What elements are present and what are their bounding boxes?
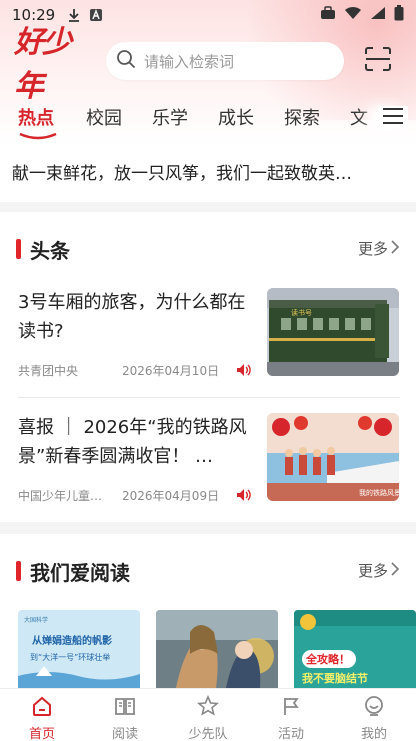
speaker-icon[interactable] [236,487,252,506]
battery-icon [394,5,404,25]
news-thumbnail: 我的铁路风景 [267,413,399,501]
book-cover[interactable] [156,610,278,688]
book-icon [114,695,136,721]
app-header: 好少年 请输入检索词 [0,25,416,104]
active-tab-indicator [19,132,57,140]
scan-icon [364,46,392,76]
tab-campus[interactable]: 校园 [86,104,122,130]
thumbnail-text: 读书号 [291,308,312,317]
news-date: 2026年04月10日 [122,364,220,378]
search-input[interactable]: 请输入检索词 [106,42,344,80]
nav-label: 少先队 [188,727,228,741]
nav-label: 阅读 [111,727,138,741]
reading-more-button[interactable]: 更多 [358,560,400,581]
tab-menu-button[interactable] [378,106,408,130]
book-cover[interactable]: 大国科学 从婵娟造船的帆影 到“大洋一号”环球壮举 [18,610,140,688]
nav-label: 首页 [28,727,55,741]
more-label: 更多 [357,562,388,580]
nav-label: 活动 [277,727,304,741]
search-icon [116,49,136,73]
nav-home[interactable]: 首页 [12,695,72,741]
reading-section: 我们爱阅读 更多 大国科学 从婵娟造船的帆影 到“大洋一号”环球壮举 全攻略！ … [0,534,416,688]
nav-young-pioneers[interactable]: 少先队 [178,694,238,741]
nav-profile[interactable]: 我的 [344,695,404,741]
news-title: 3号车厢的旅客，为什么都在读书? [18,292,246,342]
bottom-navigation: 首页 阅读 少先队 活动 我的 [0,688,416,741]
section-accent-bar [16,561,21,581]
more-label: 更多 [357,240,388,258]
headlines-section: 头条 更多 3号车厢的旅客，为什么都在读书? 共青团中央 2026年04月10日 [0,212,416,522]
section-title: 我们爱阅读 [30,561,130,585]
nav-activity[interactable]: 活动 [261,695,321,741]
reading-header: 我们爱阅读 更多 [0,556,416,586]
news-item[interactable]: 喜报 ｜ 2026年“我的铁路风景”新春季圆满收官！ … 中国少年儿童… 202… [0,413,416,523]
book-cover[interactable]: 全攻略！ 我不要脑结节 [294,610,416,688]
headlines-header: 头条 更多 [0,234,416,264]
tab-growth[interactable]: 成长 [218,104,254,130]
book-title: 从婵娟造船的帆影 [32,634,112,647]
star-icon [197,694,219,721]
news-date: 2026年04月09日 [122,489,220,503]
section-title: 头条 [30,239,70,263]
thumbnail-text: 我的铁路风景 [359,488,399,497]
news-item[interactable]: 3号车厢的旅客，为什么都在读书? 共青团中央 2026年04月10日 读书号 [0,288,416,398]
signal-icon [370,6,386,24]
news-divider [18,397,400,398]
news-thumbnail: 读书号 [267,288,399,376]
book-subtitle: 到“大洋一号”环球壮举 [30,652,110,662]
speaker-icon[interactable] [236,362,252,381]
tab-learning[interactable]: 乐学 [152,104,188,130]
chevron-right-icon [390,561,400,580]
menu-icon [382,107,404,129]
chevron-right-icon [390,239,400,258]
news-source: 共青团中央 [18,364,79,378]
tab-culture[interactable]: 文 [350,104,368,130]
news-title: 喜报 ｜ 2026年“我的铁路风景”新春季圆满收官！ … [18,417,247,467]
book-title: 我不要脑结节 [302,671,368,685]
section-accent-bar [16,239,21,259]
headlines-more-button[interactable]: 更多 [358,238,400,259]
flag-icon [280,695,302,721]
briefcase-icon [320,6,336,24]
book-publisher: 大国科学 [24,616,48,624]
profile-icon [363,695,385,721]
search-placeholder: 请输入检索词 [144,52,235,71]
nav-reading[interactable]: 阅读 [95,695,155,741]
tab-hot[interactable]: 热点 [18,104,54,130]
news-source: 中国少年儿童… [18,489,103,503]
home-icon [31,695,53,721]
nav-label: 我的 [360,727,387,741]
scan-button[interactable] [362,46,394,76]
app-logo: 好少年 [14,25,72,104]
wifi-icon [344,6,362,24]
category-tabs: 热点 校园 乐学 成长 探索 文 [0,100,416,140]
book-badge: 全攻略！ [305,652,350,666]
tab-explore[interactable]: 探索 [284,104,320,130]
featured-headline[interactable]: 献一束鲜花，放一只风筝，我们一起致敬英… [0,145,416,202]
